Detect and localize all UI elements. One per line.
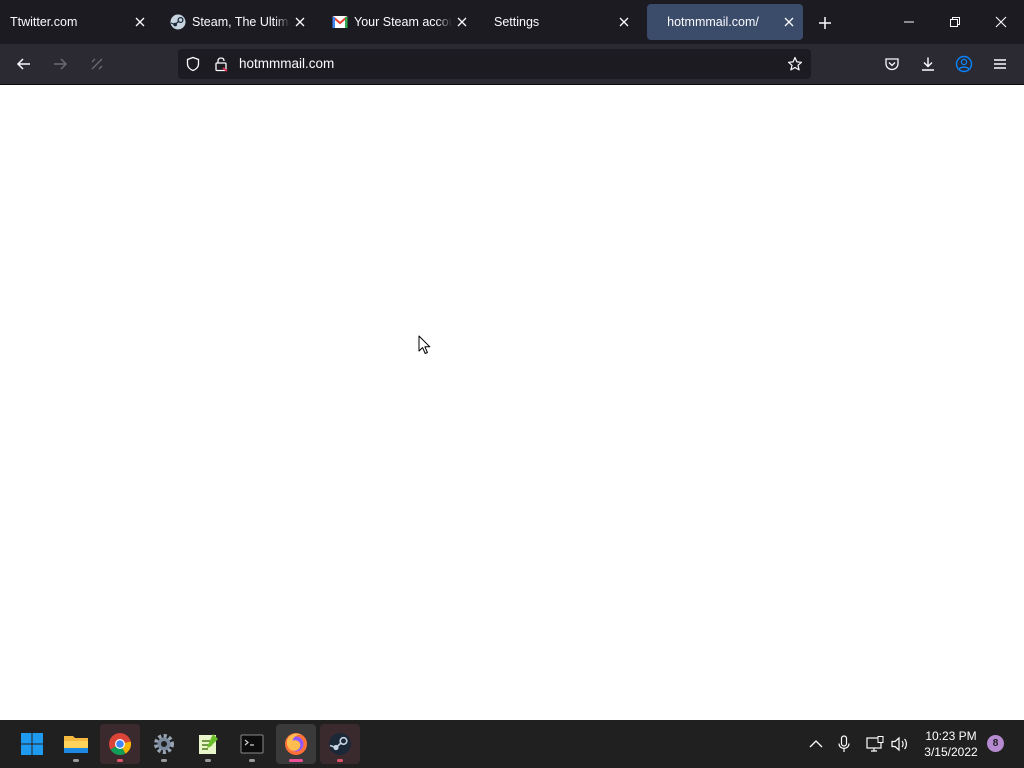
taskbar-settings[interactable] [144,724,184,764]
chrome-icon [109,733,132,755]
close-icon[interactable] [614,12,634,32]
steam-icon [170,14,186,30]
tab-label: Settings [494,15,540,29]
tab-strip: Ttwitter.com Steam, The Ultimate Online … [0,0,1024,44]
menu-button[interactable] [985,50,1015,78]
taskbar-chrome[interactable] [100,724,140,764]
back-arrow-icon [16,58,30,70]
account-icon [955,55,973,73]
tab-label: Steam, The Ultimate Online Game Platform [192,15,290,29]
steam-icon [329,733,351,755]
mouse-cursor-icon [418,335,431,354]
gear-icon [154,734,174,754]
tab-gmail[interactable]: Your Steam account [324,4,476,40]
pocket-button[interactable] [877,50,907,78]
microphone-button[interactable] [832,732,856,756]
volume-button[interactable] [888,732,912,756]
forward-arrow-icon [54,58,68,70]
network-button[interactable] [863,732,887,756]
plus-icon [819,17,831,29]
folder-icon [64,736,88,753]
restore-button[interactable] [940,8,970,36]
taskbar-clock[interactable]: 10:23 PM 3/15/2022 [916,728,986,760]
close-icon[interactable] [130,12,150,32]
taskbar-notepad-plus[interactable] [188,724,228,764]
tab-label: Ttwitter.com [10,15,78,29]
taskbar-steam[interactable] [320,724,360,764]
account-button[interactable] [949,50,979,78]
firefox-icon [285,733,307,755]
tab-twitter[interactable]: Ttwitter.com [4,4,154,40]
hamburger-menu-icon [994,59,1006,69]
tab-label: Your Steam account [354,15,452,29]
minimize-icon [904,21,914,23]
start-button[interactable] [12,724,52,764]
windows-logo-icon [21,733,43,755]
restore-icon [950,17,960,27]
network-icon [866,736,884,752]
loading-icon [91,58,103,70]
close-icon [995,16,1007,28]
back-button[interactable] [9,50,39,78]
show-hidden-icons-button[interactable] [804,732,828,756]
close-window-button[interactable] [986,8,1016,36]
navigation-toolbar: hotmmmail.com [0,44,1024,85]
microphone-icon [838,735,850,752]
notification-badge[interactable]: 8 [987,735,1004,752]
tab-hotmmmail[interactable]: hotmmmail.com/ [647,4,803,40]
url-text[interactable]: hotmmmail.com [239,56,334,71]
speaker-icon [891,736,907,752]
shield-icon[interactable] [184,55,202,73]
terminal-icon [240,734,264,754]
taskbar-firefox[interactable] [276,724,316,764]
taskbar-terminal[interactable] [232,724,272,764]
taskbar: 10:23 PM 3/15/2022 8 [0,720,1024,768]
minimize-button[interactable] [894,8,924,36]
clock-date: 3/15/2022 [924,745,978,759]
address-bar[interactable]: hotmmmail.com [178,49,811,79]
taskbar-file-explorer[interactable] [56,724,96,764]
tab-steam[interactable]: Steam, The Ultimate Online Game Platform [162,4,314,40]
forward-button[interactable] [45,50,75,78]
new-tab-button[interactable] [814,12,836,34]
lock-icon[interactable] [212,55,230,73]
gmail-icon [332,14,348,30]
pocket-icon [885,58,899,71]
tab-settings[interactable]: Settings [488,4,638,40]
chevron-up-icon [809,740,823,748]
notepad-plus-icon [199,734,218,754]
close-icon[interactable] [290,12,310,32]
close-icon[interactable] [779,12,799,32]
downloads-button[interactable] [913,50,943,78]
bookmark-star-icon[interactable] [785,54,805,74]
close-icon[interactable] [452,12,472,32]
page-content[interactable] [0,85,1024,720]
tab-label: hotmmmail.com/ [667,15,759,29]
clock-time: 10:23 PM [925,729,977,743]
download-icon [922,57,934,71]
stop-button[interactable] [82,50,112,78]
